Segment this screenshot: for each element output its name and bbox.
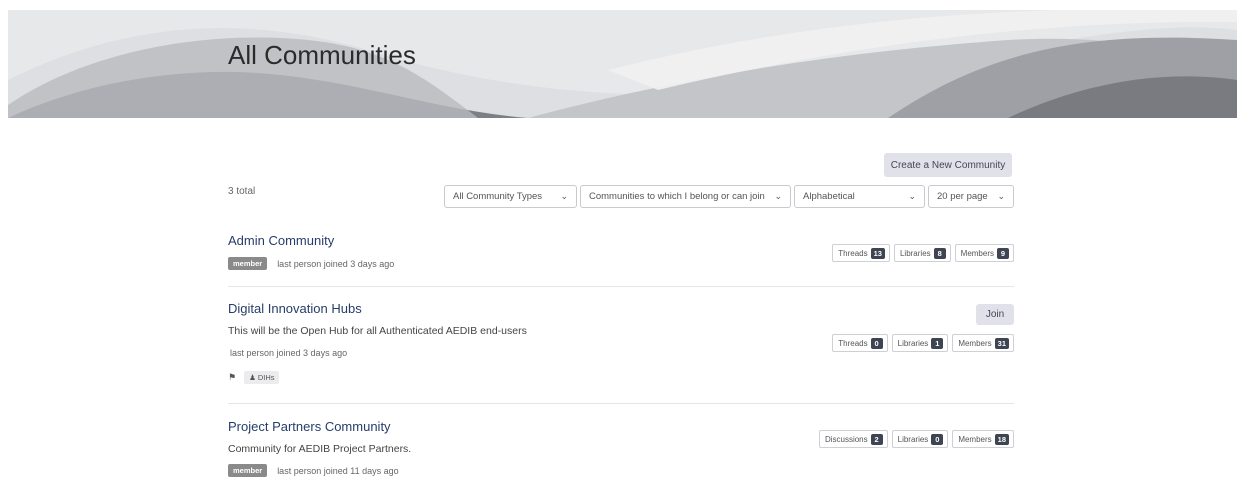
member-badge: member xyxy=(228,464,268,477)
stat-label: Threads xyxy=(838,248,868,258)
community-meta: last person joined 3 days ago xyxy=(228,348,347,358)
community-type-value: All Community Types xyxy=(453,191,543,202)
community-stats: Threads 0 Libraries 1 Members 31 xyxy=(832,334,1014,352)
last-joined-text: last person joined 11 days ago xyxy=(277,465,399,476)
members-stat[interactable]: Members 31 xyxy=(952,334,1014,352)
community-description: This will be the Open Hub for all Authen… xyxy=(228,325,527,337)
community-title[interactable]: Admin Community xyxy=(228,233,334,248)
stat-count: 1 xyxy=(931,337,944,349)
membership-filter-select[interactable]: Communities to which I belong or can joi… xyxy=(580,185,791,208)
community-item: Digital Innovation Hubs This will be the… xyxy=(228,296,1014,396)
members-stat[interactable]: Members 9 xyxy=(954,244,1014,262)
divider xyxy=(228,403,1014,404)
create-community-button[interactable]: Create a New Community xyxy=(884,153,1012,177)
stat-count: 9 xyxy=(997,247,1009,259)
community-type-select[interactable]: All Community Types ⌄ xyxy=(444,185,577,208)
stat-count: 8 xyxy=(933,247,946,259)
members-stat[interactable]: Members 18 xyxy=(952,430,1014,448)
member-badge: member xyxy=(228,257,268,270)
stat-label: Libraries xyxy=(899,248,931,258)
divider xyxy=(228,286,1014,287)
user-icon: ♟ xyxy=(249,373,256,382)
tag-icon: ⚑ xyxy=(228,372,237,382)
libraries-stat[interactable]: Libraries 1 xyxy=(891,334,949,352)
stat-count: 2 xyxy=(870,433,883,445)
threads-stat[interactable]: Threads 13 xyxy=(832,244,890,262)
community-tags: ⚑ ♟ DIHs xyxy=(228,371,280,384)
community-meta: member last person joined 11 days ago xyxy=(228,464,399,477)
community-stats: Threads 13 Libraries 8 Members 9 xyxy=(832,244,1014,262)
stat-label: Discussions xyxy=(824,434,868,444)
tag-label: DIHs xyxy=(257,373,275,382)
stat-label: Threads xyxy=(838,338,868,348)
last-joined-text: last person joined 3 days ago xyxy=(277,258,395,269)
threads-stat[interactable]: Threads 0 xyxy=(832,334,888,352)
community-title[interactable]: Digital Innovation Hubs xyxy=(228,301,362,316)
libraries-stat[interactable]: Libraries 0 xyxy=(891,430,949,448)
chevron-down-icon: ⌄ xyxy=(908,191,916,201)
stat-label: Libraries xyxy=(897,338,929,348)
total-count: 3 total xyxy=(228,186,256,197)
community-title[interactable]: Project Partners Community xyxy=(228,419,391,434)
community-meta: member last person joined 3 days ago xyxy=(228,257,394,270)
community-item: Project Partners Community Community for… xyxy=(228,414,1014,484)
stat-count: 18 xyxy=(994,433,1009,445)
stat-count: 31 xyxy=(994,337,1009,349)
stat-label: Members xyxy=(958,338,992,348)
discussions-stat[interactable]: Discussions 2 xyxy=(818,430,888,448)
header-banner xyxy=(8,10,1237,118)
community-item: Admin Community member last person joine… xyxy=(228,230,1014,280)
sort-value: Alphabetical xyxy=(803,191,855,202)
sort-select[interactable]: Alphabetical ⌄ xyxy=(794,185,925,208)
per-page-value: 20 per page xyxy=(937,191,988,202)
stat-count: 0 xyxy=(870,337,883,349)
chevron-down-icon: ⌄ xyxy=(774,191,782,201)
tag-pill[interactable]: ♟ DIHs xyxy=(244,371,280,384)
chevron-down-icon: ⌄ xyxy=(560,191,568,201)
membership-filter-value: Communities to which I belong or can joi… xyxy=(589,191,765,202)
stat-label: Libraries xyxy=(897,434,929,444)
stat-label: Members xyxy=(960,248,994,258)
join-button[interactable]: Join xyxy=(976,304,1014,325)
page-title: All Communities xyxy=(228,40,416,70)
stat-count: 0 xyxy=(931,433,944,445)
last-joined-text: last person joined 3 days ago xyxy=(230,348,348,358)
chevron-down-icon: ⌄ xyxy=(997,191,1005,201)
libraries-stat[interactable]: Libraries 8 xyxy=(893,244,951,262)
per-page-select[interactable]: 20 per page ⌄ xyxy=(928,185,1014,208)
community-description: Community for AEDIB Project Partners. xyxy=(228,443,412,455)
community-stats: Discussions 2 Libraries 0 Members 18 xyxy=(818,430,1014,448)
stat-count: 13 xyxy=(870,247,885,259)
banner-waves xyxy=(8,10,1237,118)
stat-label: Members xyxy=(958,434,992,444)
